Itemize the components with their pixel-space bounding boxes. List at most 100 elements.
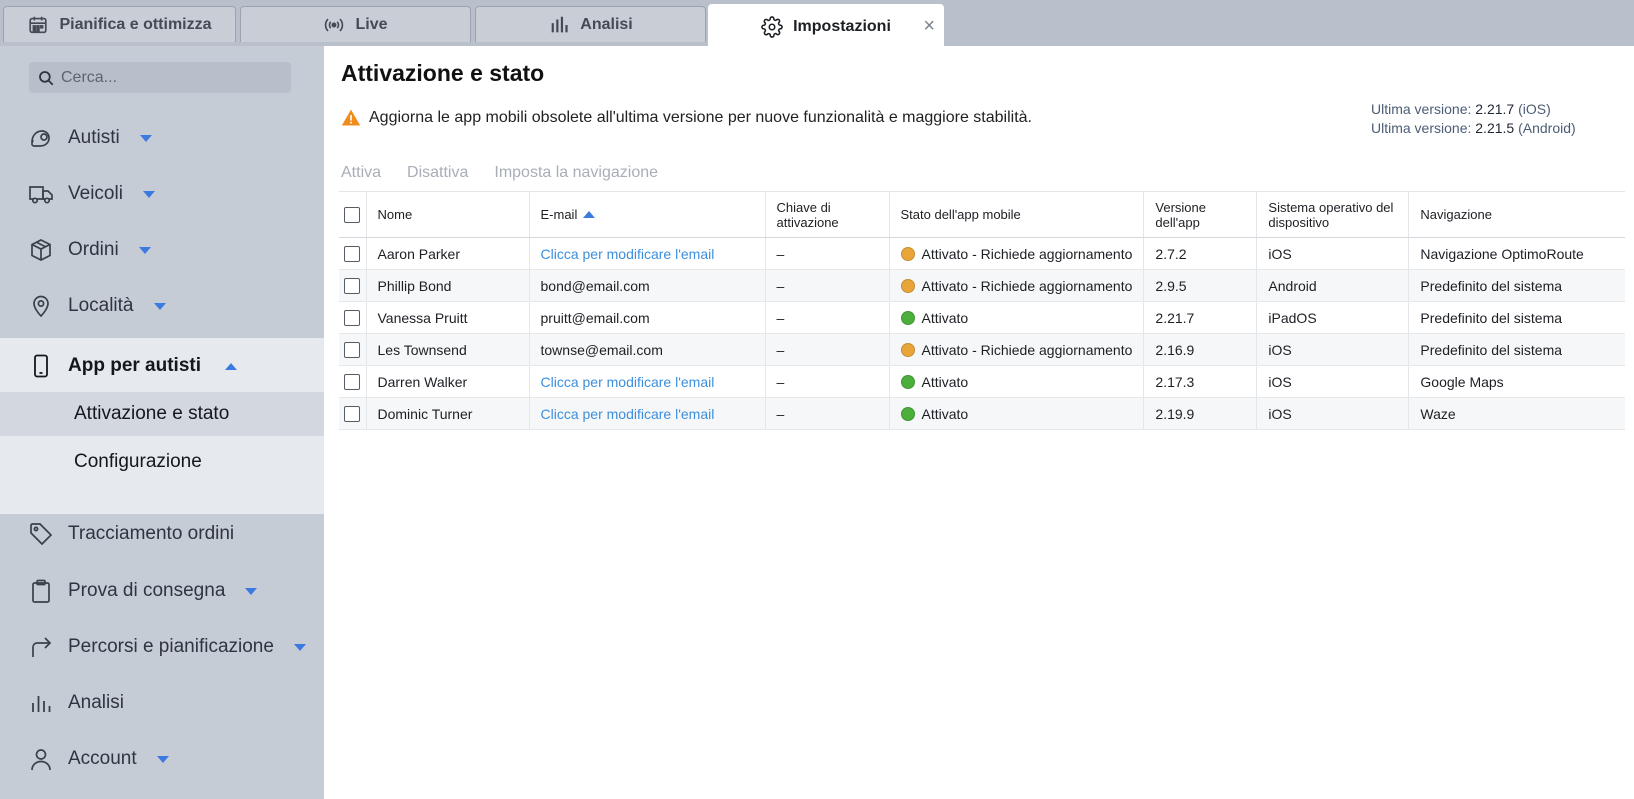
sidebar-item-label: Autisti xyxy=(68,127,120,148)
row-checkbox[interactable] xyxy=(344,278,360,295)
chevron-down-icon[interactable] xyxy=(138,246,151,254)
calendar-icon xyxy=(29,16,48,33)
table-row[interactable]: Phillip Bond bond@email.com – Attivato - Ri… xyxy=(339,269,1625,302)
navigation-app: Predefinito del sistema xyxy=(1408,333,1625,366)
column-header-name[interactable]: Nome xyxy=(365,191,529,238)
edit-email-link[interactable]: Clicca per modificare l'email xyxy=(528,237,765,270)
row-select-cell xyxy=(339,333,366,366)
chevron-down-icon[interactable] xyxy=(139,134,152,142)
close-tab-icon[interactable]: × xyxy=(923,16,935,36)
chevron-down-icon[interactable] xyxy=(156,755,169,763)
activation-key: – xyxy=(764,397,889,430)
sidebar-item-drivers[interactable]: Autisti xyxy=(0,118,324,158)
warning-text: Aggiorna le app mobili obsolete all'ulti… xyxy=(369,109,1032,126)
row-checkbox[interactable] xyxy=(344,342,360,359)
sidebar-item-label: Prova di consegna xyxy=(68,580,226,601)
chevron-down-icon[interactable] xyxy=(153,302,166,310)
deactivate-button[interactable]: Disattiva xyxy=(407,164,468,182)
search-box[interactable] xyxy=(29,62,291,93)
device-os: iPadOS xyxy=(1256,301,1409,334)
sidebar-item-routes-planning[interactable]: Percorsi e pianificazione xyxy=(0,627,324,667)
truck-icon xyxy=(29,186,53,204)
status-dot-icon xyxy=(900,374,915,389)
app-status: Attivato - Richiede aggiornamento xyxy=(888,269,1144,302)
column-header-app-status[interactable]: Stato dell'app mobile xyxy=(888,191,1144,238)
edit-email-link[interactable]: Clicca per modificare l'email xyxy=(528,397,765,430)
sidebar-item-analytics[interactable]: Analisi xyxy=(0,683,324,723)
activate-button[interactable]: Attiva xyxy=(341,164,381,182)
table-row[interactable]: Darren Walker Clicca per modificare l'ema… xyxy=(339,365,1625,398)
sidebar-item-label: Percorsi e pianificazione xyxy=(68,636,274,657)
bar-chart-icon xyxy=(32,696,51,712)
table-row[interactable]: Vanessa Pruitt pruitt@email.com – Attivato 2… xyxy=(339,301,1625,334)
edit-email-link[interactable]: Clicca per modificare l'email xyxy=(528,365,765,398)
navigation-app: Google Maps xyxy=(1408,365,1625,398)
status-dot-icon xyxy=(900,278,915,293)
broadcast-icon xyxy=(325,17,344,32)
app-status: Attivato - Richiede aggiornamento xyxy=(888,333,1144,366)
table-row[interactable]: Aaron Parker Clicca per modificare l'emai… xyxy=(339,237,1625,270)
app-version: 2.9.5 xyxy=(1143,269,1257,302)
table-header-row: Nome E-mail Chiave di attivazione Stato … xyxy=(339,191,1625,238)
email-cell: pruitt@email.com xyxy=(528,301,765,334)
column-header-device-os[interactable]: Sistema operativo del dispositivo xyxy=(1256,191,1409,238)
column-header-activation-key[interactable]: Chiave di attivazione xyxy=(764,191,889,238)
row-checkbox[interactable] xyxy=(344,374,360,391)
search-icon xyxy=(39,70,54,85)
sidebar-item-order-tracking[interactable]: Tracciamento ordini xyxy=(0,514,324,554)
sidebar-item-locations[interactable]: Località xyxy=(0,286,324,326)
row-checkbox[interactable] xyxy=(344,246,360,263)
driver-name: Les Townsend xyxy=(365,333,529,366)
chevron-down-icon[interactable] xyxy=(142,190,155,198)
table-row[interactable]: Dominic Turner Clicca per modificare l'em… xyxy=(339,397,1625,430)
device-os: Android xyxy=(1256,269,1409,302)
tab-live[interactable]: Live xyxy=(240,6,471,42)
tab-settings[interactable]: Impostazioni × xyxy=(708,4,944,48)
column-header-email[interactable]: E-mail xyxy=(528,191,765,238)
sidebar-subitem-activation-status[interactable]: Attivazione e stato xyxy=(0,392,324,436)
sidebar-item-driver-app[interactable]: App per autisti xyxy=(0,346,324,386)
version-label: Ultima versione: xyxy=(1371,120,1472,136)
sidebar-item-label: Analisi xyxy=(68,692,124,713)
column-header-navigation[interactable]: Navigazione xyxy=(1408,191,1625,238)
sidebar-item-orders[interactable]: Ordini xyxy=(0,230,324,270)
email-cell: townse@email.com xyxy=(528,333,765,366)
sidebar-item-vehicles[interactable]: Veicoli xyxy=(0,174,324,214)
tag-icon xyxy=(30,523,53,546)
chevron-down-icon[interactable] xyxy=(293,643,306,651)
row-checkbox[interactable] xyxy=(344,406,360,423)
app-status: Attivato xyxy=(888,365,1144,398)
table-row[interactable]: Les Townsend townse@email.com – Attivato - … xyxy=(339,333,1625,366)
version-ios: Ultima versione: 2.21.7 (iOS) xyxy=(1371,100,1576,119)
drivers-icon xyxy=(31,130,50,147)
chevron-up-icon[interactable] xyxy=(225,362,238,370)
select-all-checkbox[interactable] xyxy=(344,206,360,223)
sidebar-item-label: Account xyxy=(68,748,137,769)
tab-analytics[interactable]: Analisi xyxy=(475,6,706,42)
driver-name: Vanessa Pruitt xyxy=(365,301,529,334)
sidebar-subitem-configuration[interactable]: Configurazione xyxy=(0,440,324,484)
app-status: Attivato xyxy=(888,301,1144,334)
activation-key: – xyxy=(764,237,889,270)
sort-ascending-icon[interactable] xyxy=(583,211,596,218)
tab-plan-optimize[interactable]: Pianifica e ottimizza xyxy=(3,6,236,42)
column-header-app-version[interactable]: Versione dell'app xyxy=(1143,191,1257,238)
tab-label: Analisi xyxy=(580,15,633,33)
driver-name: Aaron Parker xyxy=(365,237,529,270)
row-select-cell xyxy=(339,365,366,398)
row-select-cell xyxy=(339,269,366,302)
main-content: Attivazione e stato Aggiorna le app mobi… xyxy=(324,46,1634,799)
column-header-label: E-mail xyxy=(540,207,578,222)
row-checkbox[interactable] xyxy=(344,310,360,327)
tab-label: Pianifica e ottimizza xyxy=(59,15,212,33)
set-navigation-button[interactable]: Imposta la navigazione xyxy=(494,164,658,182)
bar-chart-icon xyxy=(551,16,568,32)
search-input[interactable] xyxy=(61,68,281,87)
sidebar-item-account[interactable]: Account xyxy=(0,739,324,779)
device-os: iOS xyxy=(1256,237,1409,270)
sidebar-item-proof-of-delivery[interactable]: Prova di consegna xyxy=(0,571,324,611)
clipboard-icon xyxy=(32,579,50,603)
chevron-down-icon[interactable] xyxy=(245,587,258,595)
app-status: Attivato xyxy=(888,397,1144,430)
drivers-table: Nome E-mail Chiave di attivazione Stato … xyxy=(339,191,1625,430)
